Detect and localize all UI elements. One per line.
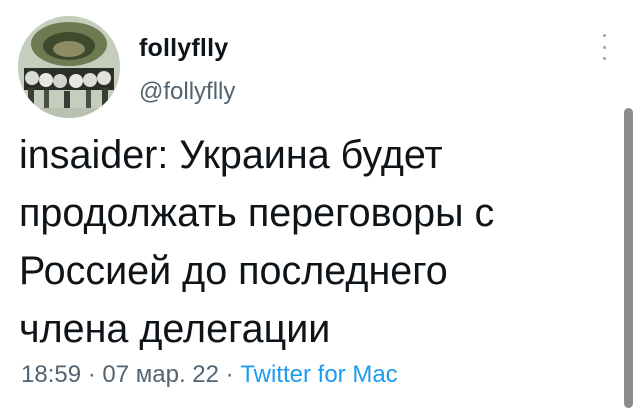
tweet-card: follyflly @follyflly insaider: Украина б…	[0, 0, 640, 412]
scrollbar[interactable]	[624, 108, 633, 408]
meta-separator: ·	[81, 361, 103, 388]
avatar-image	[18, 16, 120, 118]
tweet-time[interactable]: 18:59	[21, 361, 81, 388]
tweet-meta: 18:59 · 07 мар. 22 · Twitter for Mac	[21, 361, 398, 389]
tweet-source[interactable]: Twitter for Mac	[240, 361, 397, 388]
dot	[602, 45, 606, 49]
avatar[interactable]	[18, 16, 120, 118]
user-handle[interactable]: @follyflly	[139, 78, 235, 106]
dot	[602, 34, 606, 37]
display-name[interactable]: follyflly	[139, 34, 228, 63]
more-vertical-icon[interactable]	[596, 34, 612, 60]
dot	[602, 57, 606, 60]
tweet-date[interactable]: 07 мар. 22	[102, 361, 219, 388]
tweet-text: insaider: Украина будет продолжать перег…	[19, 133, 495, 351]
meta-separator: ·	[218, 361, 241, 388]
